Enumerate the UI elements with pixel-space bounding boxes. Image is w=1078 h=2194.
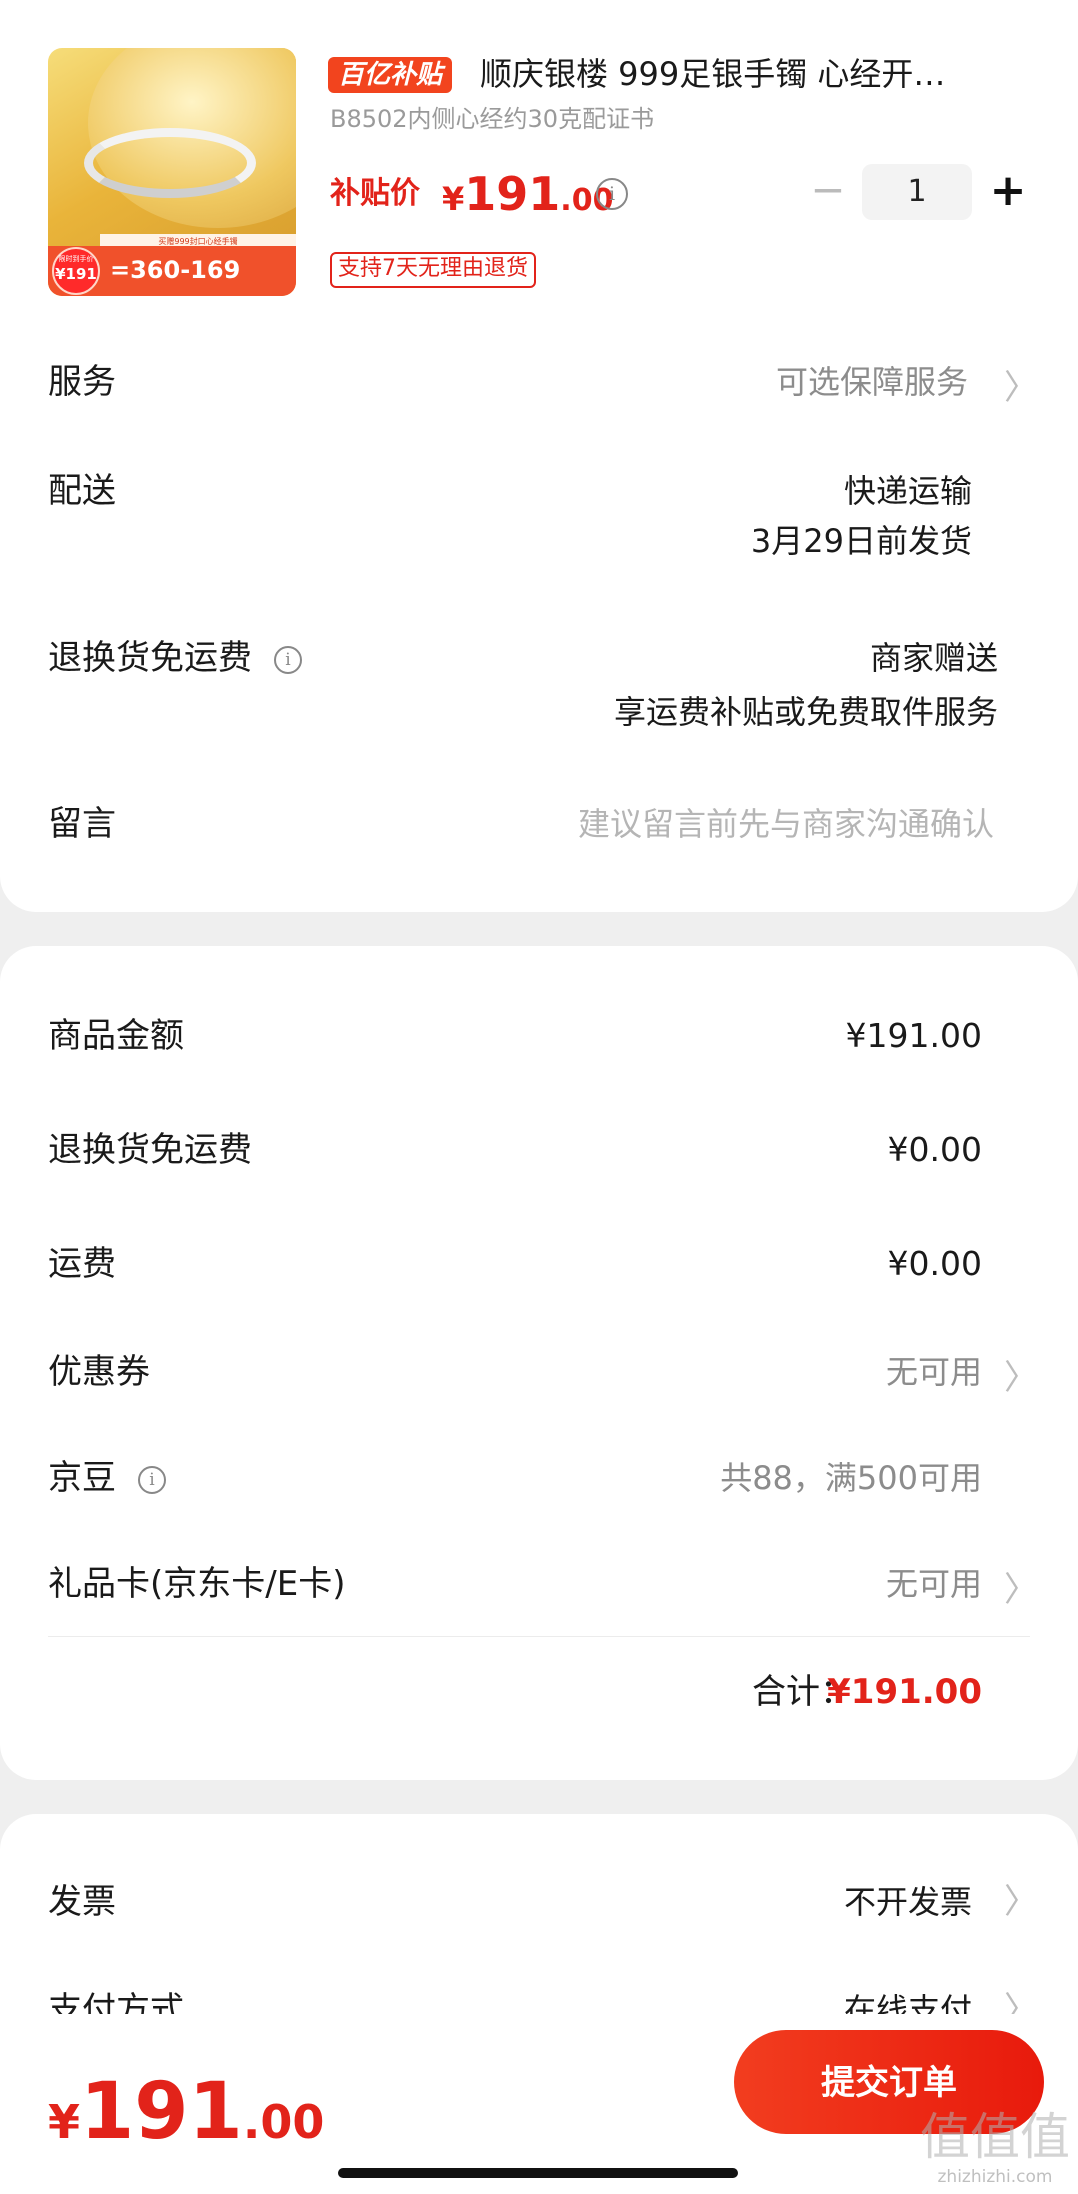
watermark-logo: 值值值 <box>920 2108 1070 2166</box>
return-policy-tag: 支持7天无理由退货 <box>330 252 536 288</box>
product-spec: B8502内侧心经约30克配证书 <box>330 105 655 133</box>
total-value: ¥191.00 <box>827 1672 982 1712</box>
product-title[interactable]: 顺庆银楼 999足银手镯 心经开… <box>480 50 1000 98</box>
price-label: 补贴价 <box>330 176 420 211</box>
message-input[interactable]: 建议留言前先与商家沟通确认 <box>578 800 994 848</box>
return-freight-detail: 享运费补贴或免费取件服务 <box>613 693 998 731</box>
jd-beans-label-text: 京豆 <box>48 1458 116 1498</box>
invoice-value[interactable]: 不开发票 <box>844 1878 972 1926</box>
price-info-icon[interactable]: i <box>596 178 628 210</box>
return-freight-value: 商家赠送 <box>869 639 998 677</box>
delivery-label: 配送 <box>48 471 116 511</box>
checkout-price-decimal: .00 <box>242 2095 325 2149</box>
quantity-decrease-button[interactable]: − <box>808 168 848 216</box>
return-freight-info-icon[interactable]: i <box>274 645 302 674</box>
jd-beans-label: 京豆 i <box>48 1454 166 1502</box>
gift-card-value[interactable]: 无可用 <box>886 1560 982 1608</box>
quantity-value[interactable]: 1 <box>862 164 972 220</box>
checkout-price-integer: 191 <box>80 2067 243 2157</box>
return-freight-summary-label: 退换货免运费 <box>48 1130 252 1170</box>
return-freight-label-text: 退换货免运费 <box>48 638 252 678</box>
summary-divider <box>48 1636 1030 1637</box>
shipping-value: ¥0.00 <box>887 1244 982 1283</box>
goods-amount-label: 商品金额 <box>48 1016 184 1056</box>
checkout-total: ¥191.00 <box>48 2062 324 2183</box>
service-chevron-icon[interactable]: 〉 <box>1004 364 1038 412</box>
thumbnail-bubble-label: 限时到手价 <box>58 255 94 263</box>
gift-card-chevron-icon[interactable]: 〉 <box>1004 1566 1038 1614</box>
price-currency: ¥ <box>442 180 465 218</box>
shipping-label: 运费 <box>48 1244 116 1284</box>
watermark-url: zhizhizhi.com <box>937 2167 1053 2187</box>
thumbnail-bubble-value: ¥191 <box>55 265 97 283</box>
gift-card-label: 礼品卡(京东卡/E卡) <box>48 1564 346 1604</box>
coupon-value[interactable]: 无可用 <box>886 1348 982 1396</box>
invoice-label: 发票 <box>48 1882 116 1922</box>
delivery-method: 快递运输 <box>843 472 972 510</box>
thumbnail-promo-band: 限时到手价 ¥191 =360-169 <box>48 246 296 296</box>
bracelet-image <box>84 128 256 198</box>
jd-beans-value[interactable]: 共88，满500可用 <box>720 1454 982 1502</box>
subsidy-badge: 百亿补贴 <box>328 57 453 93</box>
message-label: 留言 <box>48 804 116 844</box>
home-indicator[interactable] <box>338 2168 738 2178</box>
order-items-card: 买赠999封口心经手镯 限时到手价 ¥191 =360-169 百亿补贴 顺庆银… <box>0 0 1078 912</box>
product-thumbnail[interactable]: 买赠999封口心经手镯 限时到手价 ¥191 =360-169 <box>48 48 296 296</box>
thumbnail-price-bubble: 限时到手价 ¥191 <box>52 247 100 295</box>
price-integer: 191 <box>464 167 561 221</box>
invoice-chevron-icon[interactable]: 〉 <box>1004 1878 1038 1926</box>
quantity-increase-button[interactable]: + <box>986 164 1030 220</box>
checkout-bar: ¥191.00 提交订单 值值值 zhizhizhi.com <box>0 2014 1078 2194</box>
thumbnail-formula: =360-169 <box>110 256 241 284</box>
delivery-date: 3月29日前发货 <box>750 522 972 560</box>
return-freight-summary-value: ¥0.00 <box>887 1130 982 1169</box>
goods-amount-value: ¥191.00 <box>845 1016 982 1055</box>
coupon-label: 优惠券 <box>48 1352 150 1392</box>
service-label: 服务 <box>48 362 116 402</box>
checkout-currency: ¥ <box>48 2095 81 2149</box>
service-value[interactable]: 可选保障服务 <box>776 358 968 406</box>
coupon-chevron-icon[interactable]: 〉 <box>1004 1354 1038 1402</box>
jd-beans-info-icon[interactable]: i <box>138 1465 166 1494</box>
product-price: ¥191.00 <box>442 166 613 233</box>
return-freight-label: 退换货免运费 i <box>48 634 302 682</box>
watermark: 值值值 zhizhizhi.com <box>920 2108 1070 2188</box>
